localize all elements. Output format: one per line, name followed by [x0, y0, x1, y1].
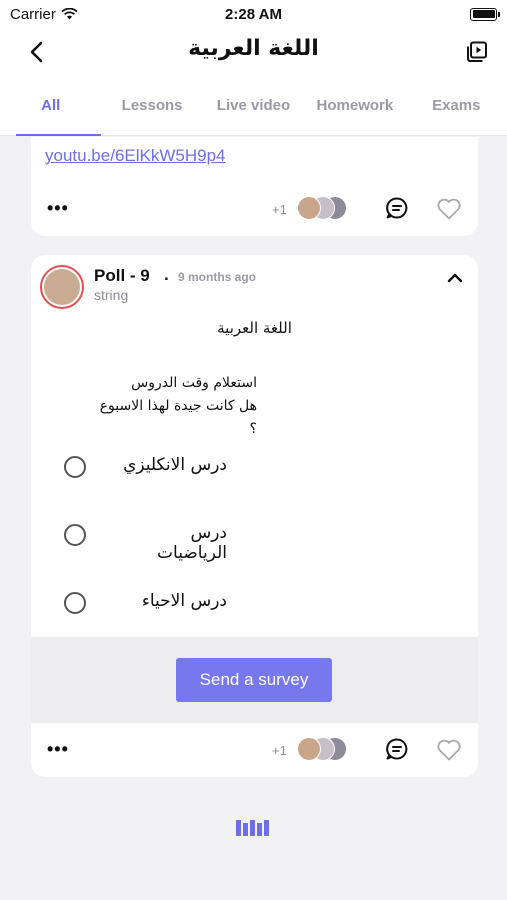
poll-heading: اللغة العربية — [217, 319, 292, 337]
chevron-up-icon[interactable] — [446, 271, 464, 285]
carrier-label: Carrier — [10, 5, 56, 23]
radio-button[interactable] — [64, 524, 86, 546]
tab-live-video[interactable]: Live video — [203, 76, 304, 135]
radio-button[interactable] — [64, 456, 86, 478]
avatar — [297, 737, 321, 761]
loader-icon — [236, 818, 274, 836]
comment-icon[interactable] — [385, 737, 409, 761]
poll-question-line-1: استعلام وقت الدروس — [131, 375, 257, 391]
nav-bar: اللغة العربية — [0, 28, 507, 76]
survey-footer: Send a survey — [31, 637, 478, 723]
post-actions: ••• +1 — [31, 730, 478, 770]
poll-question: استعلام وقت الدروس هل كانت جيدة لهذا الا… — [97, 372, 257, 441]
heart-icon[interactable] — [436, 197, 462, 221]
tab-homework[interactable]: Homework — [304, 76, 405, 135]
tab-all[interactable]: All — [0, 76, 102, 136]
poll-title: Poll - 9 — [94, 266, 150, 285]
poll-option-label: درس الرياضيات — [157, 523, 227, 563]
video-library-icon[interactable] — [465, 40, 489, 64]
send-survey-button[interactable]: Send a survey — [176, 658, 332, 702]
comment-icon[interactable] — [385, 196, 409, 220]
status-left: Carrier — [10, 6, 78, 23]
wifi-icon — [61, 8, 78, 20]
status-bar: Carrier 2:28 AM — [0, 0, 507, 28]
status-time: 2:28 AM — [225, 5, 282, 23]
poll-option-label: درس الانكليزي — [123, 455, 227, 475]
radio-button[interactable] — [64, 592, 86, 614]
poll-separator: . — [164, 265, 169, 284]
post-actions: ••• +1 — [31, 189, 478, 229]
tab-bar: All Lessons Live video Homework Exams — [0, 76, 507, 136]
poll-option-label: درس الاحياء — [141, 591, 227, 611]
likes-extra-count: +1 — [272, 743, 287, 758]
poll-timestamp: 9 months ago — [178, 270, 257, 284]
heart-icon[interactable] — [436, 738, 462, 762]
more-dots-icon[interactable]: ••• — [47, 198, 69, 219]
avatar — [297, 196, 321, 220]
poll-question-line-2: هل كانت جيدة لهذا الاسبوع ؟ — [99, 398, 257, 437]
page-title: اللغة العربية — [188, 36, 319, 61]
poll-option[interactable]: درس الاحياء — [31, 578, 478, 628]
poll-card: Poll - 9 . 9 months ago string اللغة الع… — [31, 255, 478, 777]
poll-option[interactable]: درس الرياضيات — [31, 510, 478, 563]
post-card: youtu.be/6ElKkW5H9p4 ••• +1 — [31, 137, 478, 236]
avatar[interactable] — [40, 265, 84, 309]
tab-exams[interactable]: Exams — [406, 76, 507, 135]
video-link[interactable]: youtu.be/6ElKkW5H9p4 — [45, 146, 226, 166]
battery-icon — [470, 7, 500, 21]
tab-lessons[interactable]: Lessons — [101, 76, 202, 135]
poll-subtitle: string — [94, 287, 129, 303]
likers-avatars[interactable] — [297, 737, 357, 763]
poll-option[interactable]: درس الانكليزي — [31, 442, 478, 492]
likers-avatars[interactable] — [297, 196, 357, 222]
likes-extra-count: +1 — [272, 202, 287, 217]
more-dots-icon[interactable]: ••• — [47, 739, 69, 760]
